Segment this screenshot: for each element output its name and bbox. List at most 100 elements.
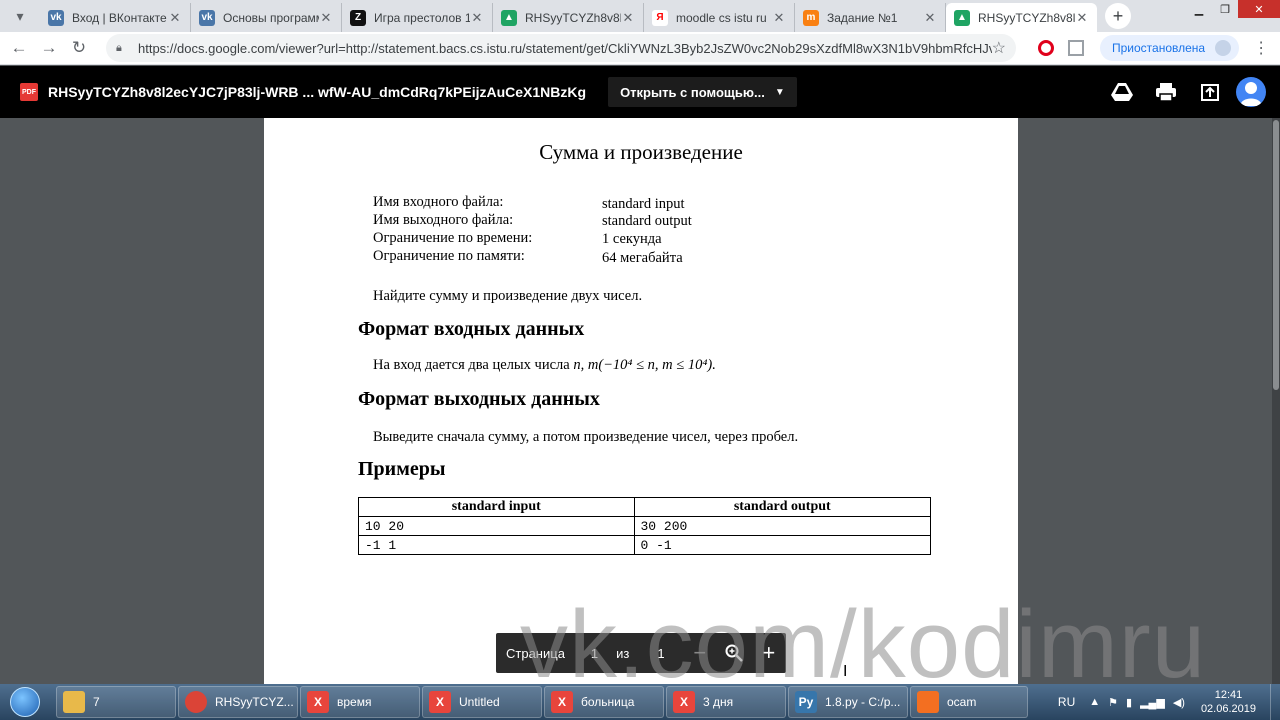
taskbar-item[interactable]: 7 — [56, 686, 176, 718]
windows-logo-icon — [10, 687, 40, 717]
system-tray: RU ▲ ⚑ ▮ ▂▄▆ ◀) 12:41 02.06.2019 — [1058, 684, 1280, 720]
examples-table: standard input standard output 10 20 30 … — [358, 497, 931, 555]
zoom-in-button[interactable]: + — [752, 640, 786, 666]
app-x-icon: X — [307, 691, 329, 713]
table-cell: 0 -1 — [633, 535, 931, 555]
app-x-icon: X — [551, 691, 573, 713]
examples-heading: Примеры — [358, 458, 446, 480]
zoom-out-button[interactable]: − — [683, 640, 717, 666]
text-cursor-icon: I — [843, 663, 848, 680]
tab-title: Вход | ВКонтакте — [72, 10, 167, 25]
reload-button[interactable]: ↻ — [64, 38, 94, 58]
document-viewport[interactable]: Сумма и произведение Имя входного файла:… — [0, 118, 1280, 684]
network-icon[interactable]: ▮ — [1126, 696, 1132, 709]
problem-limits: Имя входного файла: standard input Имя вы… — [373, 194, 692, 266]
close-icon[interactable]: ✕ — [621, 10, 635, 26]
browser-tab-strip: ▾ vk Вход | ВКонтакте ✕ vk Основы програ… — [0, 0, 1280, 32]
browser-tab[interactable]: m Задание №1 ✕ — [795, 3, 946, 32]
input-constraints: n, m(−10⁴ ≤ n, m ≤ 10⁴). — [573, 357, 716, 373]
volume-icon[interactable]: ◀) — [1173, 696, 1185, 709]
moodle-icon: m — [803, 9, 819, 26]
tab-title: RHSyyTCYZh8v8l2 — [978, 10, 1075, 25]
taskbar-item[interactable]: Py 1.8.py - C:/p... — [788, 686, 908, 718]
add-to-drive-icon[interactable] — [1100, 82, 1144, 102]
forward-button[interactable]: → — [34, 38, 64, 58]
extension-icon[interactable] — [1068, 40, 1084, 56]
browser-tab[interactable]: Я moodle cs istu ru ✕ — [644, 3, 795, 32]
page-label: Страница — [506, 645, 565, 661]
clock[interactable]: 12:41 02.06.2019 — [1201, 688, 1256, 716]
browser-tab[interactable]: ▲ RHSyyTCYZh8v8l2 ✕ — [493, 3, 644, 32]
taskbar-item[interactable]: RHSyyTCYZ... — [178, 686, 298, 718]
browser-tab[interactable]: vk Вход | ВКонтакте ✕ — [40, 3, 191, 32]
opera-extension-icon[interactable] — [1038, 40, 1054, 56]
taskbar-item[interactable]: X Untitled — [422, 686, 542, 718]
profile-paused-button[interactable]: Приостановлена — [1100, 35, 1240, 61]
bookmark-star-icon[interactable]: ☆ — [992, 38, 1006, 58]
open-with-label: Открыть с помощью... — [620, 84, 765, 100]
minimize-button[interactable]: ▁ — [1186, 0, 1212, 18]
tab-title: Игра престолов 1 — [374, 10, 470, 25]
taskbar-item[interactable]: X 3 дня — [666, 686, 786, 718]
open-with-button[interactable]: Открыть с помощью... ▼ — [608, 77, 797, 107]
close-icon[interactable]: ✕ — [470, 10, 484, 26]
action-center-icon[interactable]: ⚑ — [1108, 696, 1118, 709]
vertical-scrollbar[interactable] — [1272, 118, 1280, 684]
tab-search-icon[interactable]: ▾ — [0, 0, 40, 32]
pdf-page: Сумма и произведение Имя входного файла:… — [264, 118, 1018, 684]
drive-icon: ▲ — [954, 9, 970, 26]
page-title: Сумма и произведение — [539, 140, 743, 164]
chrome-icon — [185, 691, 207, 713]
document-filename: RHSyyTCYZh8v8l2ecYJC7jP83lj-WRB ... wfW-… — [48, 84, 587, 100]
pdf-icon: PDF — [20, 83, 38, 101]
clock-date: 02.06.2019 — [1200, 703, 1256, 715]
close-icon[interactable]: ✕ — [1075, 10, 1089, 26]
browser-menu-icon[interactable]: ⋮ — [1253, 38, 1269, 58]
taskbar-item[interactable]: X больница — [544, 686, 664, 718]
close-icon[interactable]: ✕ — [319, 10, 333, 26]
close-icon[interactable]: ✕ — [923, 10, 937, 26]
taskbar-item[interactable]: X время — [300, 686, 420, 718]
table-cell: -1 1 — [358, 535, 635, 555]
limit-row: Имя выходного файла: standard output — [373, 212, 692, 229]
limit-row: Имя входного файла: standard input — [373, 194, 685, 212]
caret-down-icon: ▼ — [774, 86, 785, 98]
signal-icon[interactable]: ▂▄▆ — [1140, 696, 1165, 709]
input-format-text: На вход дается два целых числа n, m(−10⁴… — [373, 357, 716, 373]
address-bar[interactable]: 🔒︎ https://docs.google.com/viewer?url=ht… — [106, 34, 1016, 62]
new-tab-button[interactable]: + — [1105, 3, 1131, 29]
account-avatar[interactable] — [1236, 77, 1266, 107]
window-close-button[interactable]: ✕ — [1238, 0, 1280, 18]
back-button[interactable]: ← — [4, 38, 34, 58]
close-icon[interactable]: ✕ — [772, 10, 786, 26]
input-format-heading: Формат входных данных — [358, 318, 585, 340]
viewer-tools — [1100, 66, 1266, 118]
browser-tab-active[interactable]: ▲ RHSyyTCYZh8v8l2 ✕ — [946, 3, 1097, 32]
vk-icon: vk — [48, 9, 64, 26]
print-icon[interactable] — [1144, 82, 1188, 102]
start-button[interactable] — [0, 684, 50, 720]
output-format-heading: Формат выходных данных — [358, 388, 600, 410]
taskbar-item[interactable]: ocam — [910, 686, 1028, 718]
zoom-icon[interactable] — [717, 644, 751, 662]
browser-tab[interactable]: Z Игра престолов 1 ✕ — [342, 3, 493, 32]
ocam-icon — [917, 691, 939, 713]
open-in-new-window-icon[interactable] — [1188, 82, 1232, 102]
browser-tab[interactable]: vk Основы программ ✕ — [191, 3, 342, 32]
limit-row: Ограничение по памяти: 64 мегабайта — [373, 248, 683, 266]
show-desktop-button[interactable] — [1270, 684, 1280, 720]
yandex-icon: Я — [652, 9, 668, 26]
table-row: 10 20 30 200 — [358, 516, 931, 536]
language-indicator[interactable]: RU — [1058, 695, 1075, 709]
show-hidden-icons-icon[interactable]: ▲ — [1089, 696, 1100, 709]
page-number-input[interactable]: 1 — [591, 646, 598, 661]
restore-button[interactable]: ❐ — [1212, 0, 1238, 18]
clock-time: 12:41 — [1214, 689, 1243, 701]
table-header-row: standard input standard output — [358, 497, 931, 517]
page-controls: Страница 1 из 1 − + — [496, 633, 786, 673]
table-cell: 30 200 — [633, 516, 931, 536]
scrollbar-thumb[interactable] — [1273, 120, 1279, 390]
column-header: standard input — [358, 497, 635, 517]
close-icon[interactable]: ✕ — [168, 10, 182, 26]
zetflix-icon: Z — [350, 9, 366, 26]
